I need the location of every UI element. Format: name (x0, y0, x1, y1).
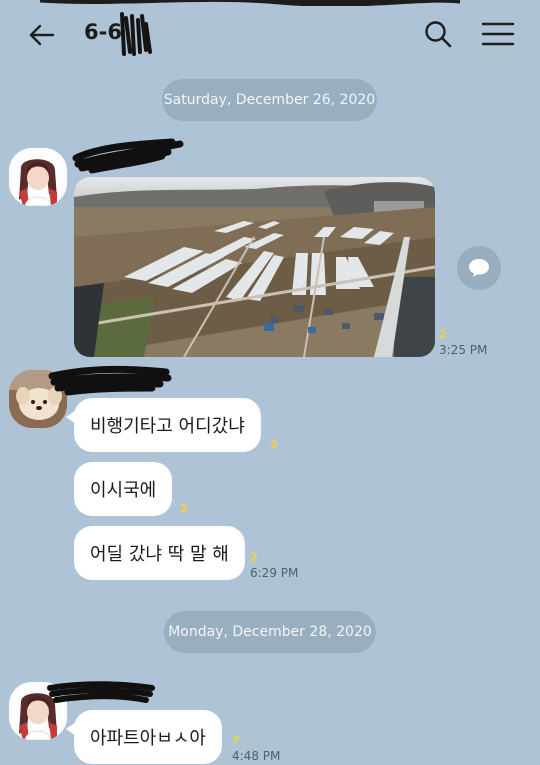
bubble-tail (66, 410, 76, 424)
date-separator: Saturday, December 26, 2020 (162, 79, 377, 121)
aerial-photo (74, 177, 435, 357)
photo-message[interactable] (74, 177, 435, 357)
message-text: 이시국에 (90, 480, 157, 501)
redaction-scribble (40, 0, 460, 6)
unread-count: 2 (250, 551, 258, 564)
message-text: 어딜 갔냐 딱 말 해 (90, 544, 229, 565)
message-time: 3:25 PM (439, 343, 488, 357)
message-text: 비행기타고 어디갔냐 (90, 416, 245, 437)
message-time: 6:29 PM (250, 566, 299, 580)
message-bubble[interactable]: 비행기타고 어디갔냐 (66, 398, 261, 452)
message-bubble[interactable]: 이시국에 (74, 462, 173, 516)
hamburger-menu-icon[interactable] (481, 20, 515, 48)
redaction-scribble (72, 138, 184, 174)
date-separator: Monday, December 28, 2020 (164, 611, 376, 653)
message-time: 4:48 PM (232, 749, 281, 763)
share-button[interactable] (457, 246, 501, 290)
arrow-left-icon[interactable] (26, 20, 56, 50)
chat-header: 6-6 (0, 0, 540, 70)
message-bubble[interactable]: 어딜 갔냐 딱 말 해 (74, 526, 245, 580)
bubble-tail (66, 722, 76, 736)
share-bubble-icon (469, 259, 489, 277)
unread-count: 2 (180, 502, 188, 515)
message-bubble[interactable]: 아파트아ㅂㅅ아 (66, 710, 222, 764)
unread-count: 2 (439, 328, 447, 341)
redaction-scribble (48, 365, 172, 396)
search-icon[interactable] (423, 19, 453, 49)
message-text: 아파트아ㅂㅅ아 (90, 728, 206, 749)
redaction-scribble (47, 681, 155, 703)
unread-count: 7 (232, 734, 240, 747)
unread-count: 2 (270, 438, 278, 451)
profile-image (9, 148, 67, 206)
redaction-scribble (120, 12, 152, 56)
avatar[interactable] (9, 148, 67, 206)
